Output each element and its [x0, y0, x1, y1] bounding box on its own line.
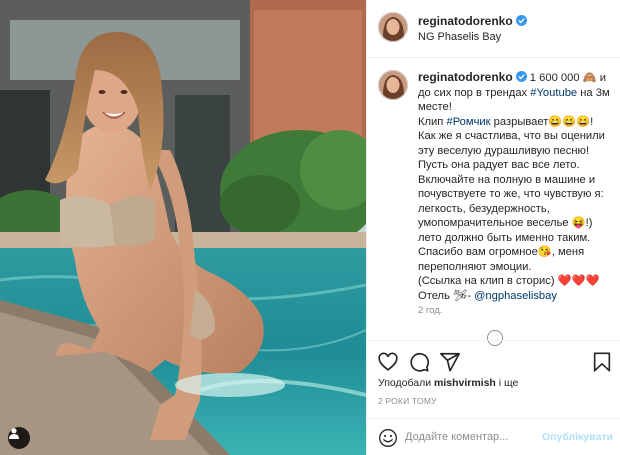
- verified-badge-icon: [515, 15, 527, 26]
- share-icon[interactable]: [439, 351, 461, 373]
- post-comment-button[interactable]: Опублікувати: [542, 431, 613, 443]
- bookmark-icon[interactable]: [591, 351, 613, 373]
- author-username-text[interactable]: reginatodorenko: [418, 14, 513, 28]
- verified-badge-icon: [515, 71, 527, 82]
- caption-age: 2 год.: [418, 305, 443, 316]
- post-details-panel: reginatodorenko NG Phaselis Bay reginato…: [366, 0, 620, 455]
- caption-avatar[interactable]: [378, 70, 408, 100]
- likes-summary: Уподобали mishvirmish і ще: [378, 377, 518, 389]
- caption-username-text[interactable]: reginatodorenko: [418, 70, 513, 84]
- caption-username[interactable]: reginatodorenko: [418, 70, 527, 84]
- comment-icon[interactable]: [408, 351, 430, 373]
- author-username[interactable]: reginatodorenko: [418, 14, 527, 28]
- hashtag-romchik[interactable]: #Ромчик: [446, 116, 490, 128]
- caption-line: Как же я счастлива, что вы оценили эту в…: [418, 130, 609, 157]
- add-comment-bar: Опублікувати: [367, 418, 620, 455]
- caption-line: лето должно быть именно таким.: [418, 231, 591, 244]
- caption-line: Включайте на полную в машине и почувству…: [418, 173, 607, 230]
- post-photo[interactable]: [0, 0, 366, 455]
- caption-line: Пусть она радует вас все лето.: [418, 159, 580, 171]
- likes-prefix: Уподобали: [378, 377, 434, 389]
- caption-line: Отель 🛩-: [418, 289, 475, 302]
- avatar-ring: [378, 12, 408, 42]
- emoji-icon[interactable]: [378, 428, 398, 448]
- post-timestamp[interactable]: 2 РОКИ ТОМУ: [378, 396, 437, 406]
- post-location[interactable]: NG Phaselis Bay: [418, 31, 501, 43]
- caption-line: (Ссылка на клип в сторис) ❤️❤️❤️: [418, 275, 600, 287]
- comment-input[interactable]: [405, 427, 565, 447]
- post-photo-illustration: [0, 0, 366, 455]
- caption-text: reginatodorenko 1 600 000 🙈 и до сих пор…: [418, 70, 614, 303]
- action-bar: [367, 340, 620, 382]
- caption-line: Клип: [418, 115, 447, 128]
- mention-hotel[interactable]: @ngphaselisbay: [474, 290, 557, 302]
- caption-line: Спасибо вам огромное😘, меня переполняют …: [418, 246, 588, 273]
- avatar-ring: [378, 70, 408, 100]
- likes-others[interactable]: і ще: [496, 377, 519, 389]
- hashtag-youtube[interactable]: #Youtube: [530, 87, 577, 99]
- user-tag-icon: [9, 428, 19, 439]
- heart-icon[interactable]: [377, 351, 399, 373]
- caption-line: разрывает😄😄😄!: [490, 115, 594, 128]
- liker-username[interactable]: mishvirmish: [434, 377, 496, 389]
- author-avatar[interactable]: [378, 12, 408, 42]
- post-header: reginatodorenko NG Phaselis Bay: [367, 0, 620, 58]
- caption-section: reginatodorenko 1 600 000 🙈 и до сих пор…: [367, 58, 620, 348]
- user-tag-button[interactable]: [8, 427, 30, 449]
